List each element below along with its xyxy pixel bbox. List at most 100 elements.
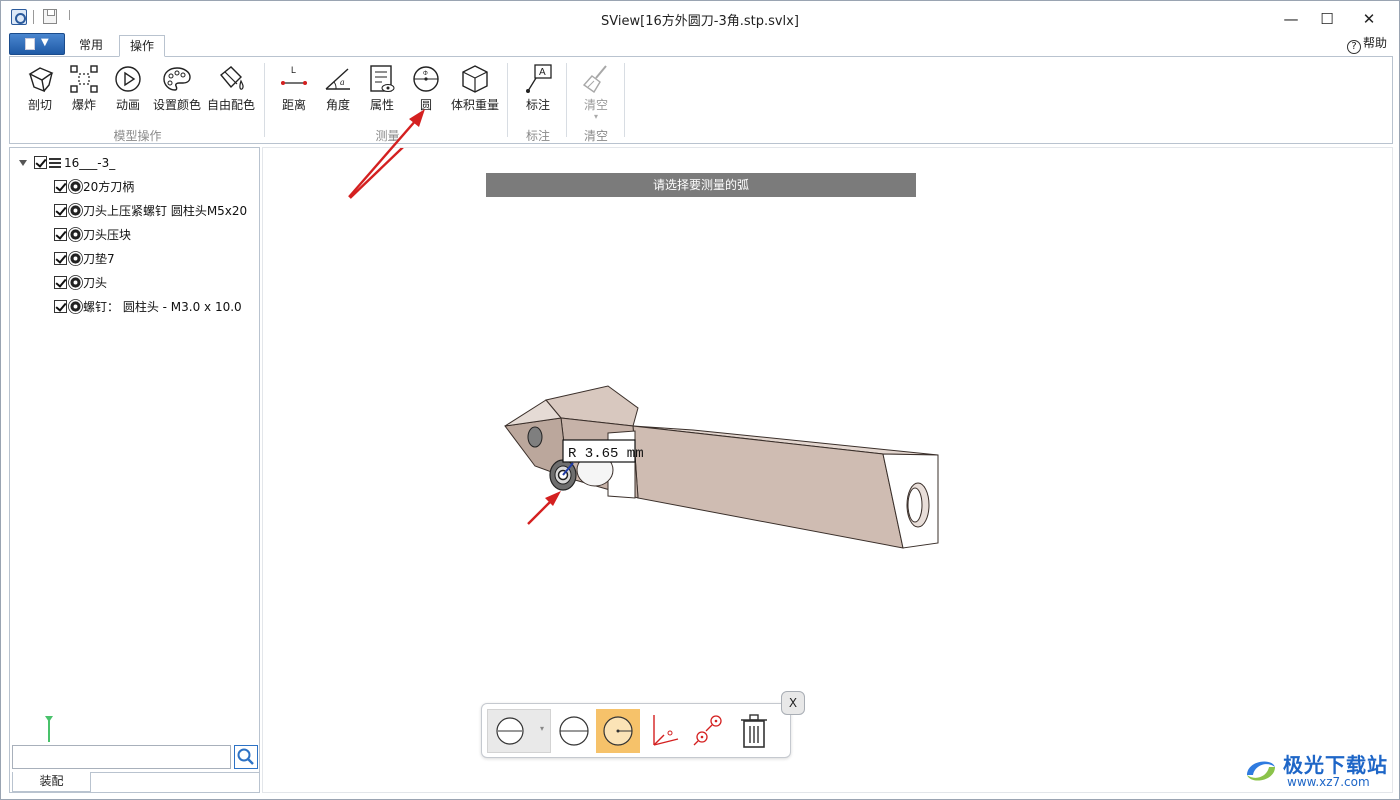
toolbar-close-button[interactable]: X (781, 691, 805, 715)
volume-weight-label: 体积重量 (450, 98, 499, 112)
annotation-icon: A (526, 64, 552, 93)
group-divider (264, 63, 265, 137)
tree-item-label: 20方刀柄 (83, 180, 135, 194)
checkbox[interactable] (54, 228, 67, 241)
tree-item-label: 刀头压块 (83, 228, 132, 242)
group-divider (507, 63, 508, 137)
checkbox[interactable] (34, 156, 47, 169)
tree-root-label: 16___-3_ (64, 156, 116, 170)
file-menu-button[interactable]: ▼ (9, 33, 65, 55)
tree-item[interactable]: 刀头上压紧螺钉 圆柱头M5x20 (54, 202, 247, 220)
tree-item[interactable]: 20方刀柄 (54, 178, 134, 196)
3d-viewport[interactable]: 请选择要测量的弧 R 3.65 mm (262, 147, 1393, 793)
circle-mode-dropdown[interactable]: ▾ (487, 709, 551, 753)
annotation-arrow (348, 109, 425, 198)
tree-item[interactable]: 螺钉： 圆柱头 - M3.0 x 10.0 (54, 298, 242, 316)
explode-label: 爆炸 (71, 98, 96, 112)
part-gear-icon (70, 205, 81, 216)
animation-label: 动画 (115, 98, 140, 112)
svg-text:Φ: Φ (423, 71, 428, 77)
search-input[interactable] (12, 745, 231, 769)
trash-icon (741, 714, 767, 748)
svg-text:A: A (539, 67, 546, 78)
axis-indicator-icon (45, 716, 53, 742)
ribbon-panel: 剖切 爆炸 动画 设置颜色 自由配色 模型操作 L 距离 a 角度 属性 Φ 圆… (9, 56, 1393, 144)
svg-text:L: L (291, 65, 296, 75)
tab-assembly[interactable]: 装配 (12, 772, 91, 792)
section-cut-label: 剖切 (27, 98, 52, 112)
maximize-button[interactable]: ☐ (1315, 9, 1339, 29)
explode-button[interactable]: 爆炸 (64, 63, 104, 115)
search-button[interactable] (234, 745, 258, 769)
checkbox[interactable] (54, 180, 67, 193)
close-button[interactable]: ✕ (1357, 9, 1381, 29)
tree-item-label: 刀头 (83, 276, 108, 290)
group-divider (566, 63, 567, 137)
checkbox[interactable] (54, 276, 67, 289)
zoom-points-icon (693, 715, 722, 746)
watermark: 极光下载站 www.xz7.com (1241, 749, 1391, 793)
circle-center-icon (603, 716, 633, 746)
tab-common[interactable]: 常用 (69, 35, 113, 57)
chevron-down-icon: ▾ (593, 112, 598, 121)
ribbon-tab-row: ▼ 常用 操作 ? 帮助 (1, 33, 1399, 57)
search-icon (237, 748, 254, 765)
window-title: SView[16方外圆刀-3角.stp.svlx] (601, 14, 799, 29)
paint-bucket-icon (220, 66, 244, 90)
volume-weight-button[interactable]: 体积重量 (450, 63, 500, 115)
section-cut-icon (28, 67, 54, 93)
document-icon (25, 38, 35, 50)
clear-button[interactable]: 清空 ▾ (576, 63, 616, 121)
chevron-down-icon: ▾ (540, 724, 545, 733)
assembly-panel: 16___-3_ 20方刀柄 刀头上压紧螺钉 圆柱头M5x20 刀头压块 刀垫7… (9, 147, 260, 793)
part-gear-icon (70, 301, 81, 312)
collapse-triangle-icon[interactable] (19, 160, 27, 166)
group-label-model-operations: 模型操作 (113, 129, 162, 143)
minimize-button[interactable]: — (1279, 9, 1303, 29)
tab-operations[interactable]: 操作 (119, 35, 165, 57)
distance-label: 距离 (281, 98, 306, 112)
explode-icon (70, 65, 98, 93)
free-color-button[interactable]: 自由配色 (206, 63, 256, 115)
shank-bore-inner (907, 487, 923, 523)
title-bar: SView[16方外圆刀-3角.stp.svlx] — ☐ ✕ (1, 1, 1399, 35)
annotation-button[interactable]: A 标注 (518, 63, 558, 115)
circle-center-button[interactable] (596, 709, 640, 753)
help-icon: ? (1346, 40, 1361, 54)
watermark-title: 极光下载站 (1283, 753, 1388, 777)
model-scene[interactable]: R 3.65 mm (263, 148, 1392, 792)
set-color-label: 设置颜色 (152, 98, 201, 112)
set-color-button[interactable]: 设置颜色 (152, 63, 202, 115)
group-label-clear: 清空 (583, 129, 608, 143)
section-cut-button[interactable]: 剖切 (20, 63, 60, 115)
group-divider (624, 63, 625, 137)
axis-measure-button[interactable] (644, 709, 688, 753)
group-label-annotation: 标注 (525, 129, 550, 143)
measurement-label: R 3.65 mm (568, 446, 644, 462)
checkbox[interactable] (54, 204, 67, 217)
axis-measure-icon (653, 715, 679, 746)
checkbox[interactable] (54, 252, 67, 265)
svg-text:a: a (340, 77, 345, 87)
tree-item-label: 刀垫7 (83, 252, 115, 266)
checkbox[interactable] (54, 300, 67, 313)
circle-measure-icon: Φ (413, 66, 439, 92)
delete-button[interactable] (732, 709, 776, 753)
distance-button[interactable]: L 距离 (274, 63, 314, 115)
part-gear-icon (70, 277, 81, 288)
insert-screw (527, 426, 543, 448)
animation-button[interactable]: 动画 (108, 63, 148, 115)
cube-icon (462, 65, 488, 93)
chevron-down-icon: ▼ (41, 37, 49, 48)
zoom-points-button[interactable] (688, 709, 732, 753)
broom-icon (582, 65, 607, 94)
app-window: SView[16方外圆刀-3角.stp.svlx] — ☐ ✕ ▼ 常用 操作 … (0, 0, 1400, 800)
circle-three-point-button[interactable] (552, 709, 596, 753)
tree-item[interactable]: 刀头 (54, 274, 107, 292)
part-gear-icon (70, 253, 81, 264)
help-button[interactable]: ? 帮助 (1346, 35, 1387, 54)
free-color-label: 自由配色 (206, 98, 255, 112)
tree-item[interactable]: 刀垫7 (54, 250, 115, 268)
help-label: 帮助 (1362, 36, 1387, 50)
tree-item[interactable]: 刀头压块 (54, 226, 131, 244)
